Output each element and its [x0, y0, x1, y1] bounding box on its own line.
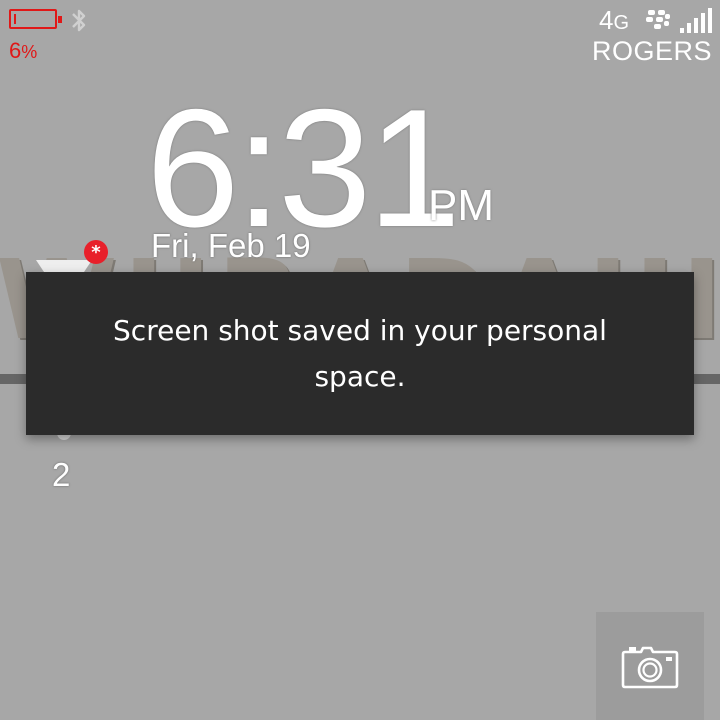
carrier-label: ROGERS: [591, 36, 712, 66]
battery-percent-label: 6%: [9, 40, 37, 62]
screenshot-toast: Screen shot saved in your personal space…: [26, 272, 694, 435]
lock-screen-date: Fri, Feb 19: [151, 227, 311, 264]
new-message-badge: *: [84, 240, 108, 264]
battery-percent-sign: %: [21, 42, 38, 62]
battery-icon: [9, 9, 62, 29]
network-type-letter: G: [613, 12, 630, 34]
network-type-label: 4G: [599, 7, 629, 33]
battery-percent-value: 6: [9, 38, 22, 63]
clock-ampm: PM: [428, 181, 494, 230]
camera-icon: [621, 646, 679, 689]
notification-count: 2: [52, 456, 71, 493]
battery-cap: [58, 16, 62, 23]
network-type-number: 4: [599, 5, 614, 35]
bluetooth-icon: [72, 9, 86, 32]
blackberry-logo-icon: [646, 10, 670, 29]
camera-button[interactable]: [596, 612, 704, 720]
battery-level-fill: [14, 14, 16, 24]
toast-message: Screen shot saved in your personal space…: [113, 313, 607, 393]
signal-bars-icon: [680, 8, 712, 33]
